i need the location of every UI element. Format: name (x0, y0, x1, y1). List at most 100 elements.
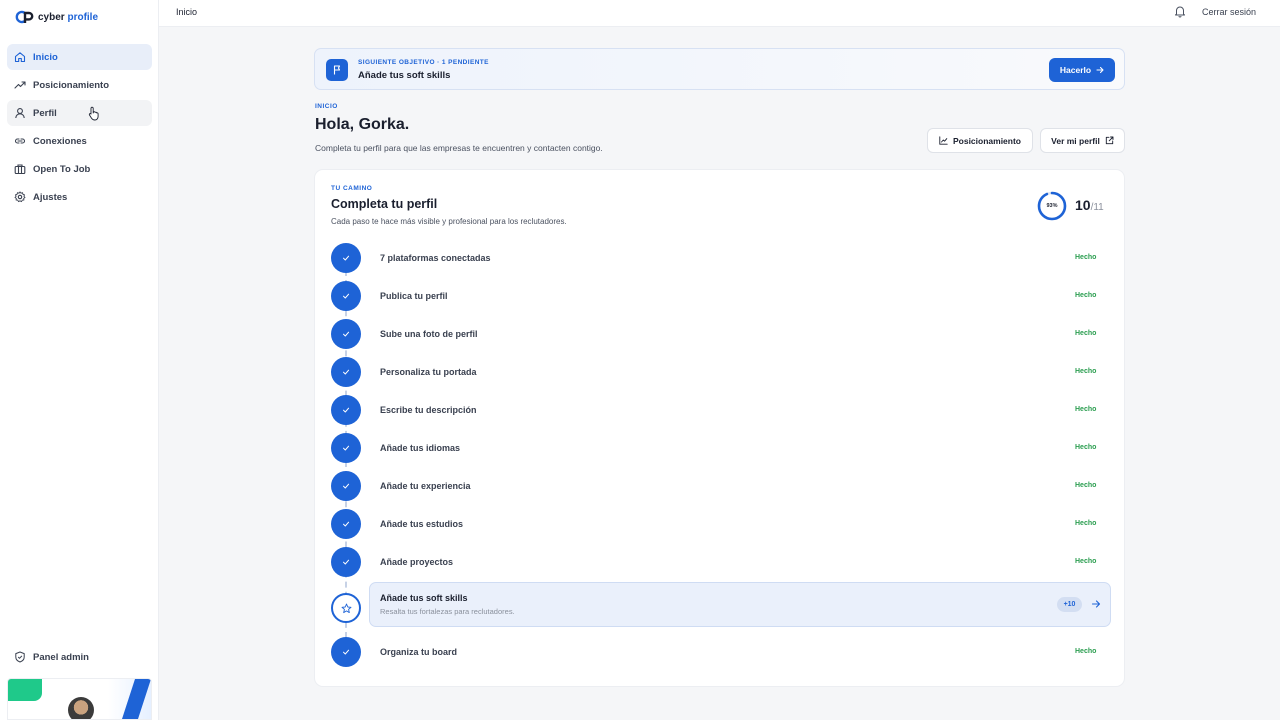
sidebar-item-perfil[interactable]: Perfil (7, 100, 152, 126)
status-badge: Hecho (1075, 648, 1097, 655)
step-current-soft-skills[interactable]: Añade tus soft skills Resalta tus fortale… (315, 582, 1126, 628)
check-icon (331, 471, 361, 501)
star-icon (331, 593, 361, 623)
check-icon (331, 357, 361, 387)
sidebar-item-panel-admin[interactable]: Panel admin (7, 644, 152, 670)
link-icon (14, 138, 26, 144)
breadcrumb: Inicio (176, 7, 198, 17)
step-row[interactable]: 7 plataformas conectadas Hecho (315, 240, 1126, 278)
step-label: Personaliza tu portada (380, 367, 477, 377)
sidebar-item-label: Ajustes (33, 191, 68, 203)
step-label: Publica tu perfil (380, 291, 448, 301)
check-icon (331, 395, 361, 425)
admin-panel-link[interactable]: Panel admin (7, 644, 152, 672)
external-link-icon (1105, 136, 1114, 145)
profile-path-card: TU CAMINO Completa tu perfil Cada paso t… (314, 169, 1125, 687)
step-label: Organiza tu board (380, 647, 458, 657)
arrow-right-icon (1096, 66, 1104, 74)
sidebar-item-label: Posicionamiento (33, 79, 110, 91)
step-row[interactable]: Escribe tu descripción Hecho (315, 392, 1126, 430)
status-badge: Hecho (1075, 254, 1097, 261)
promo-banner-image[interactable] (7, 678, 152, 720)
step-row[interactable]: Añade tu experiencia Hecho (315, 468, 1126, 506)
step-row[interactable]: Añade tus estudios Hecho (315, 506, 1126, 544)
steps-count: 10/11 (1075, 197, 1104, 213)
card-eyebrow: TU CAMINO (331, 185, 373, 192)
step-label: 7 plataformas conectadas (380, 253, 491, 263)
status-badge: Hecho (1075, 406, 1097, 413)
shield-icon (15, 651, 25, 663)
progress-percent: 93% (1046, 203, 1058, 209)
card-title: Completa tu perfil (331, 197, 438, 211)
current-step-highlight[interactable] (369, 582, 1111, 627)
flag-icon (326, 59, 348, 81)
bell-icon[interactable] (1174, 5, 1186, 18)
status-badge: Hecho (1075, 558, 1097, 565)
page-title: Hola, Gorka. (315, 116, 410, 133)
step-label: Escribe tu descripción (380, 405, 477, 415)
step-label: Añade tus idiomas (380, 443, 461, 453)
step-label: Añade tus estudios (380, 519, 464, 529)
sidebar-item-open-to-job[interactable]: Open To Job (7, 156, 152, 182)
trending-icon (14, 81, 26, 89)
status-badge: Hecho (1075, 482, 1097, 489)
briefcase-icon (14, 164, 26, 175)
step-row[interactable]: Publica tu perfil Hecho (315, 278, 1126, 316)
step-label: Añade tus soft skills (380, 593, 468, 603)
positioning-button[interactable]: Posicionamiento (927, 128, 1033, 153)
check-icon (331, 281, 361, 311)
step-row[interactable]: Organiza tu board Hecho (315, 634, 1126, 672)
step-description: Resalta tus fortalezas para reclutadores… (380, 607, 515, 616)
gear-icon (14, 191, 26, 203)
sidebar-nav: Inicio Posicionamiento Perfil Conexiones… (7, 44, 152, 212)
chart-icon (939, 136, 948, 145)
status-badge: Hecho (1075, 330, 1097, 337)
objective-eyebrow: SIGUIENTE OBJETIVO · 1 PENDIENTE (358, 59, 489, 66)
step-row[interactable]: Añade proyectos Hecho (315, 544, 1126, 582)
card-subtitle: Cada paso te hace más visible y profesio… (331, 217, 567, 226)
page-eyebrow: INICIO (315, 103, 338, 110)
steps-total: /11 (1090, 202, 1104, 213)
sidebar-item-posicionamiento[interactable]: Posicionamiento (7, 72, 152, 98)
promo-avatar (68, 697, 94, 719)
sidebar-item-inicio[interactable]: Inicio (7, 44, 152, 70)
logo-text: cyber profile (38, 11, 99, 23)
points-badge: +10 (1057, 597, 1082, 612)
step-row[interactable]: Añade tus idiomas Hecho (315, 430, 1126, 468)
view-profile-button[interactable]: Ver mi perfil (1040, 128, 1125, 153)
sidebar-item-conexiones[interactable]: Conexiones (7, 128, 152, 154)
logo-mark-icon (15, 10, 34, 24)
next-objective-banner: SIGUIENTE OBJETIVO · 1 PENDIENTE Añade t… (314, 48, 1125, 90)
step-label: Sube una foto de perfil (380, 329, 478, 339)
step-row[interactable]: Sube una foto de perfil Hecho (315, 316, 1126, 354)
step-label: Añade proyectos (380, 557, 454, 567)
logo[interactable]: cyber profile (15, 9, 98, 25)
steps-completed: 10 (1075, 197, 1091, 213)
status-badge: Hecho (1075, 368, 1097, 375)
page-subtitle: Completa tu perfil para que las empresas… (315, 143, 603, 153)
sidebar-item-label: Inicio (33, 51, 58, 63)
mouse-pointer-icon (88, 106, 99, 121)
check-icon (331, 243, 361, 273)
do-it-button[interactable]: Hacerlo (1049, 58, 1115, 82)
sidebar-item-ajustes[interactable]: Ajustes (7, 184, 152, 210)
sidebar-item-label: Panel admin (33, 651, 89, 663)
step-row[interactable]: Personaliza tu portada Hecho (315, 354, 1126, 392)
sidebar: cyber profile Inicio Posicionamiento Per… (0, 0, 159, 720)
objective-title: Añade tus soft skills (358, 70, 451, 81)
check-icon (331, 509, 361, 539)
positioning-button-label: Posicionamiento (952, 135, 1021, 146)
logout-link[interactable]: Cerrar sesión (1202, 7, 1256, 17)
sidebar-item-label: Perfil (33, 107, 57, 119)
status-badge: Hecho (1075, 520, 1097, 527)
check-icon (331, 547, 361, 577)
promo-blue-shape (121, 679, 151, 719)
user-icon (15, 108, 25, 119)
check-icon (331, 433, 361, 463)
topbar: Inicio Cerrar sesión (159, 0, 1280, 27)
sidebar-item-label: Conexiones (33, 135, 87, 147)
view-profile-button-label: Ver mi perfil (1051, 135, 1100, 146)
status-badge: Hecho (1075, 292, 1097, 299)
arrow-right-icon[interactable] (1091, 599, 1101, 609)
sidebar-item-label: Open To Job (33, 163, 91, 175)
